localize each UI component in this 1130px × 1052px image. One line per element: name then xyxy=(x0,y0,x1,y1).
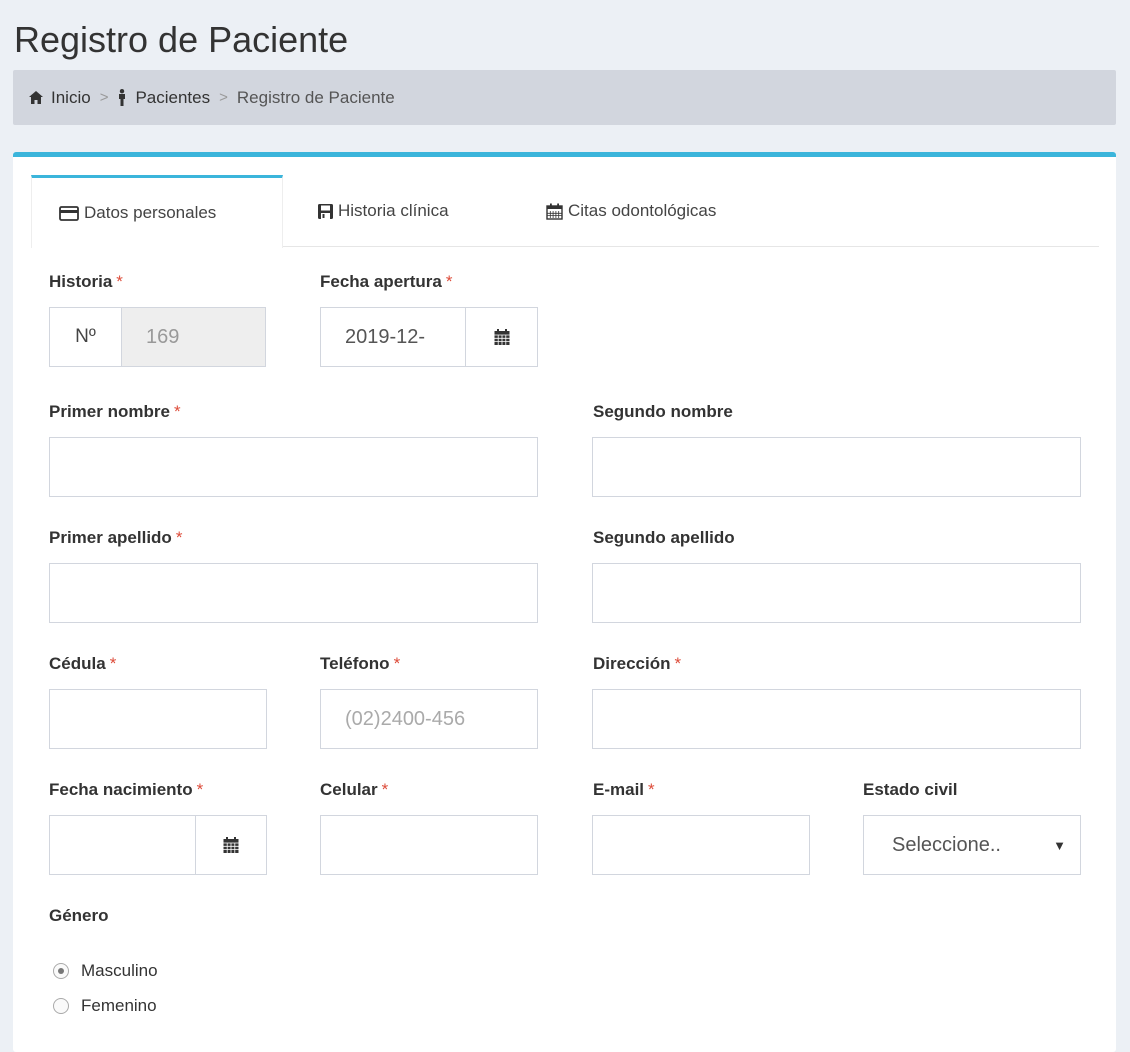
celular-label-text: Celular xyxy=(320,780,378,799)
calendar-icon xyxy=(223,837,239,853)
primer-nombre-label-text: Primer nombre xyxy=(49,402,170,421)
tab-datos-personales[interactable]: Datos personales xyxy=(31,175,283,248)
direccion-label: Dirección * xyxy=(593,654,681,674)
celular-field[interactable] xyxy=(320,815,538,875)
cedula-label: Cédula * xyxy=(49,654,116,674)
cedula-label-text: Cédula xyxy=(49,654,106,673)
save-icon xyxy=(318,203,333,219)
direccion-field[interactable] xyxy=(592,689,1081,749)
radio-masculino[interactable]: Masculino xyxy=(53,961,158,981)
dropdown-arrow-icon: ▼ xyxy=(1053,838,1066,853)
required-mark: * xyxy=(381,780,389,799)
telefono-field[interactable]: (02)2400-456 xyxy=(320,689,538,749)
breadcrumb-separator: > xyxy=(99,89,109,106)
credit-card-icon xyxy=(59,205,79,221)
primer-nombre-label: Primer nombre * xyxy=(49,402,181,422)
fecha-apertura-label: Fecha apertura * xyxy=(320,272,453,292)
radio-button[interactable] xyxy=(53,998,69,1014)
tabs-bar: Datos personales Historia clínica Citas … xyxy=(31,175,1099,248)
fecha-nacimiento-label-text: Fecha nacimiento xyxy=(49,780,193,799)
breadcrumb: Inicio > Pacientes > Registro de Pacient… xyxy=(13,70,1116,125)
breadcrumb-separator: > xyxy=(219,89,228,106)
page-title: Registro de Paciente xyxy=(14,19,349,60)
required-mark: * xyxy=(445,272,453,291)
primer-apellido-label: Primer apellido * xyxy=(49,528,182,548)
breadcrumb-patients-label: Pacientes xyxy=(135,87,211,107)
calendar-icon xyxy=(546,203,563,220)
segundo-apellido-label-text: Segundo apellido xyxy=(593,528,735,547)
required-mark: * xyxy=(173,402,181,421)
direccion-label-text: Dirección xyxy=(593,654,671,673)
radio-label: Masculino xyxy=(81,961,158,980)
required-mark: * xyxy=(109,654,117,673)
radio-button-checked[interactable] xyxy=(53,963,69,979)
tab-historia-clinica[interactable]: Historia clínica xyxy=(318,175,449,247)
primer-apellido-label-text: Primer apellido xyxy=(49,528,172,547)
estado-civil-selected: Seleccione.. xyxy=(892,833,1001,856)
required-mark: * xyxy=(393,654,401,673)
fecha-apertura-calendar-button[interactable] xyxy=(465,307,538,367)
required-mark: * xyxy=(196,780,204,799)
estado-civil-label: Estado civil xyxy=(863,780,957,800)
fecha-nacimiento-label: Fecha nacimiento * xyxy=(49,780,203,800)
historia-prefix: Nº xyxy=(49,307,122,367)
required-mark: * xyxy=(648,780,655,799)
radio-femenino[interactable]: Femenino xyxy=(53,996,157,1016)
tab-label: Datos personales xyxy=(84,203,217,222)
fecha-nacimiento-field[interactable] xyxy=(49,815,196,875)
fecha-apertura-label-text: Fecha apertura xyxy=(320,272,442,291)
telefono-label-text: Teléfono xyxy=(320,654,390,673)
tab-citas-odontologicas[interactable]: Citas odontológicas xyxy=(546,175,716,247)
segundo-nombre-label: Segundo nombre xyxy=(593,402,733,422)
breadcrumb-current: Registro de Paciente xyxy=(236,87,395,107)
breadcrumb-home-label: Inicio xyxy=(51,87,91,107)
historia-label-text: Historia xyxy=(49,272,113,291)
required-mark: * xyxy=(175,528,183,547)
segundo-apellido-field[interactable] xyxy=(592,563,1081,623)
cedula-field[interactable] xyxy=(49,689,267,749)
email-field[interactable] xyxy=(592,815,810,875)
estado-civil-select[interactable]: Seleccione.. ▼ xyxy=(863,815,1081,875)
email-label-text: E-mail xyxy=(593,780,645,799)
radio-label: Femenino xyxy=(81,996,157,1015)
historia-field[interactable]: 169 xyxy=(121,307,266,367)
required-mark: * xyxy=(116,272,123,291)
breadcrumb-patients[interactable]: Pacientes xyxy=(117,88,210,108)
segundo-nombre-label-text: Segundo nombre xyxy=(593,402,733,421)
fecha-nacimiento-calendar-button[interactable] xyxy=(195,815,267,875)
estado-civil-label-text: Estado civil xyxy=(863,780,958,799)
genero-label: Género xyxy=(49,906,109,925)
required-mark: * xyxy=(674,654,682,673)
segundo-apellido-label: Segundo apellido xyxy=(593,528,735,548)
telefono-label: Teléfono * xyxy=(320,654,400,674)
email-label: E-mail * xyxy=(593,780,655,800)
historia-label: Historia * xyxy=(49,272,123,292)
tab-label: Historia clínica xyxy=(338,201,449,220)
fecha-apertura-field[interactable]: 2019-12- xyxy=(320,307,466,367)
calendar-icon xyxy=(494,329,509,345)
form-box: Datos personales Historia clínica Citas … xyxy=(13,152,1116,1052)
male-icon xyxy=(119,89,126,106)
celular-label: Celular * xyxy=(320,780,388,800)
primer-apellido-field[interactable] xyxy=(49,563,538,623)
segundo-nombre-field[interactable] xyxy=(592,437,1081,497)
primer-nombre-field[interactable] xyxy=(49,437,538,497)
tab-label: Citas odontológicas xyxy=(568,201,717,220)
home-icon xyxy=(29,91,43,104)
breadcrumb-home[interactable]: Inicio xyxy=(29,88,91,108)
